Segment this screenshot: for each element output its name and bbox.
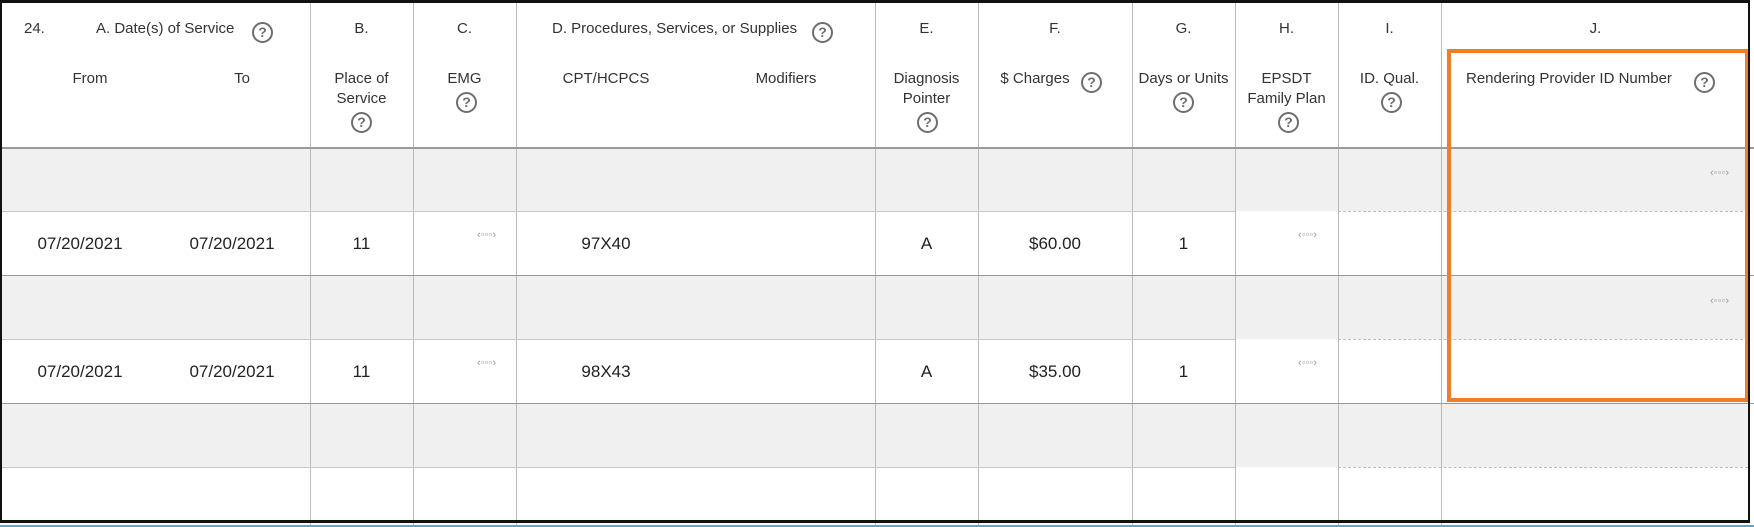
column-f-letter: F. [1049,20,1061,37]
rendering-provider-help-icon[interactable]: ? [1694,72,1715,93]
column-i-letter: I. [1385,20,1394,37]
rendering-provider-highlight [1447,49,1749,402]
row-divider [0,275,1754,276]
epsdt-ellipsis-icon[interactable]: ‹◦◦◦› [1298,356,1330,370]
column-g-letter: G. [1175,20,1192,37]
rendering-provider-ellipsis-icon[interactable]: ‹◦◦◦› [1710,166,1742,180]
charges-header: $ Charges [1000,70,1070,87]
cpt-hcpcs-label: CPT/HCPCS [562,70,650,87]
charges-cell[interactable]: $60.00 [1000,233,1110,255]
epsdt-ellipsis-icon[interactable]: ‹◦◦◦› [1298,228,1330,242]
procedures-header: D. Procedures, Services, or Supplies [552,20,798,37]
column-divider [1441,0,1442,527]
to-date-cell[interactable]: 07/20/2021 [172,233,292,255]
id-qual-divider [1338,467,1748,468]
days-units-cell[interactable]: 1 [1132,233,1235,255]
epsdt-help-icon[interactable]: ? [1278,112,1299,133]
diagnosis-pointer-header-line1: Diagnosis [893,70,960,87]
place-of-service-cell[interactable]: 11 [310,233,413,255]
diagnosis-pointer-cell[interactable]: A [875,361,978,383]
from-date-cell[interactable]: 07/20/2021 [20,361,140,383]
row-divider [0,403,1754,404]
cpt-code-cell[interactable]: 97X40 [556,233,656,255]
from-date-cell[interactable]: 07/20/2021 [20,233,140,255]
header-divider [0,147,1754,149]
column-j-letter: J. [1589,20,1602,37]
column-e-letter: E. [919,20,934,37]
days-units-cell[interactable]: 1 [1132,361,1235,383]
charges-cell[interactable]: $35.00 [1000,361,1110,383]
rendering-provider-ellipsis-icon[interactable]: ‹◦◦◦› [1710,294,1742,308]
procedures-help-icon[interactable]: ? [812,22,833,43]
days-units-help-icon[interactable]: ? [1173,92,1194,113]
column-b-letter: B. [354,20,369,37]
row-divider [0,467,1235,468]
to-label: To [234,70,250,87]
diagnosis-pointer-cell[interactable]: A [875,233,978,255]
emg-ellipsis-icon[interactable]: ‹◦◦◦› [477,356,509,370]
column-divider [978,0,979,527]
place-of-service-help-icon[interactable]: ? [351,112,372,133]
service-lines-table: 24. A. Date(s) of Service ? From To B. P… [0,0,1754,527]
id-qual-header: ID. Qual. [1359,70,1420,87]
epsdt-header-line1: EPSDT [1261,70,1312,87]
emg-help-icon[interactable]: ? [456,92,477,113]
days-units-header: Days or Units [1138,70,1229,87]
place-of-service-header-line2: Service [336,90,387,107]
column-c-letter: C. [457,20,472,37]
from-label: From [72,70,108,87]
rendering-provider-header: Rendering Provider ID Number [1466,70,1672,87]
emg-ellipsis-icon[interactable]: ‹◦◦◦› [477,228,509,242]
row-number-label: 24. [24,20,45,37]
date-help-icon[interactable]: ? [252,22,273,43]
place-of-service-cell[interactable]: 11 [310,361,413,383]
emg-header: EMG [447,70,482,87]
diagnosis-pointer-help-icon[interactable]: ? [917,112,938,133]
place-of-service-header-line1: Place of [334,70,389,87]
cpt-code-cell[interactable]: 98X43 [556,361,656,383]
modifiers-label: Modifiers [755,70,817,87]
row-divider [0,339,1235,340]
to-date-cell[interactable]: 07/20/2021 [172,361,292,383]
id-qual-help-icon[interactable]: ? [1381,92,1402,113]
row-divider [0,211,1235,212]
charges-help-icon[interactable]: ? [1081,72,1102,93]
epsdt-header-line2: Family Plan [1247,90,1326,107]
id-qual-divider [1338,211,1748,212]
column-divider [516,0,517,527]
id-qual-divider [1338,339,1748,340]
diagnosis-pointer-header-line2: Pointer [902,90,951,107]
date-of-service-header: A. Date(s) of Service [96,20,235,37]
column-h-letter: H. [1279,20,1294,37]
